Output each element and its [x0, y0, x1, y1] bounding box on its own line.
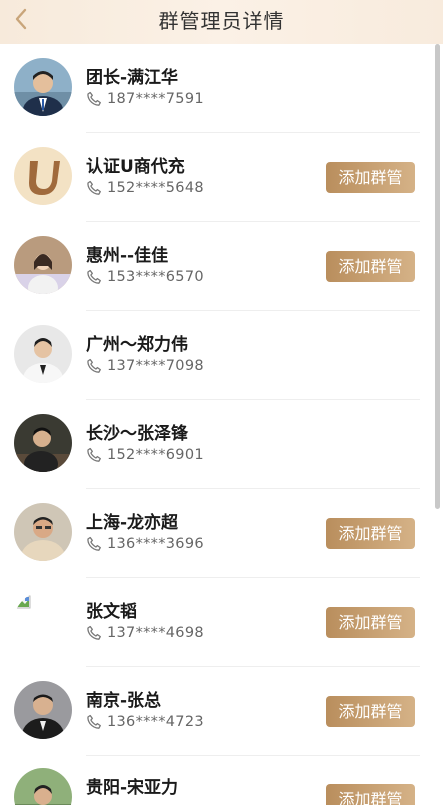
- phone-row: 152****6901: [86, 446, 204, 464]
- avatar: [14, 236, 72, 294]
- phone-icon: [86, 91, 102, 107]
- admin-name: 南京-张总: [86, 691, 162, 711]
- header-bar: 群管理员详情: [0, 0, 443, 44]
- phone-row: 137****7098: [86, 357, 204, 375]
- phone-icon: [86, 536, 102, 552]
- phone-row: 136****4723: [86, 713, 204, 731]
- phone-number: 136****4723: [107, 714, 204, 730]
- phone-row: 136****3696: [86, 535, 204, 553]
- phone-number: 187****7591: [107, 91, 204, 107]
- add-admin-button[interactable]: 添加群管: [326, 251, 415, 282]
- phone-icon: [86, 714, 102, 730]
- admin-list-item[interactable]: 团长-满江华 187****7591: [0, 44, 443, 133]
- admin-list-item[interactable]: 惠州--佳佳 153****6570 添加群管: [0, 222, 443, 311]
- admin-name: 张文韬: [86, 602, 137, 622]
- phone-number: 152****5648: [107, 180, 204, 196]
- add-admin-button[interactable]: 添加群管: [326, 518, 415, 549]
- avatar: [14, 325, 72, 383]
- admin-list-item[interactable]: 上海-龙亦超 136****3696 添加群管: [0, 489, 443, 578]
- avatar: [14, 503, 72, 561]
- avatar: [14, 681, 72, 739]
- broken-image-icon: [14, 592, 72, 650]
- admin-name: 广州～郑力伟: [86, 335, 188, 355]
- phone-number: 153****6570: [107, 269, 204, 285]
- add-admin-button[interactable]: 添加群管: [326, 162, 415, 193]
- phone-icon: [86, 447, 102, 463]
- phone-number: 136****3696: [107, 536, 204, 552]
- admin-name: 上海-龙亦超: [86, 513, 179, 533]
- phone-row: 153****6570: [86, 268, 204, 286]
- avatar: [14, 414, 72, 472]
- phone-number: 137****4698: [107, 625, 204, 641]
- phone-row: 137****4698: [86, 624, 204, 642]
- avatar: [14, 147, 72, 205]
- admin-list: 团长-满江华 187****7591 认证U商代充 152****5648 添加…: [0, 44, 443, 805]
- phone-icon: [86, 180, 102, 196]
- admin-name: 贵阳-宋亚力: [86, 778, 179, 798]
- page-title: 群管理员详情: [158, 9, 285, 33]
- admin-list-item[interactable]: 张文韬 137****4698 添加群管: [0, 578, 443, 667]
- add-admin-button[interactable]: 添加群管: [326, 696, 415, 727]
- admin-list-item[interactable]: 南京-张总 136****4723 添加群管: [0, 667, 443, 756]
- admin-list-item[interactable]: 广州～郑力伟 137****7098: [0, 311, 443, 400]
- add-admin-button[interactable]: 添加群管: [326, 607, 415, 638]
- phone-number: 137****7098: [107, 358, 204, 374]
- phone-icon: [86, 269, 102, 285]
- admin-list-item[interactable]: 贵阳-宋亚力 添加群管: [0, 756, 443, 805]
- admin-list-item[interactable]: 认证U商代充 152****5648 添加群管: [0, 133, 443, 222]
- admin-name: 认证U商代充: [86, 157, 185, 177]
- phone-row: 187****7591: [86, 90, 204, 108]
- avatar: [14, 58, 72, 116]
- admin-list-item[interactable]: 长沙～张泽锋 152****6901: [0, 400, 443, 489]
- phone-icon: [86, 625, 102, 641]
- scrollbar[interactable]: [435, 44, 440, 509]
- admin-name: 团长-满江华: [86, 68, 179, 88]
- add-admin-button[interactable]: 添加群管: [326, 784, 415, 805]
- admin-name: 惠州--佳佳: [86, 246, 169, 266]
- admin-name: 长沙～张泽锋: [86, 424, 188, 444]
- phone-number: 152****6901: [107, 447, 204, 463]
- avatar: [14, 768, 72, 805]
- phone-icon: [86, 358, 102, 374]
- phone-row: 152****5648: [86, 179, 204, 197]
